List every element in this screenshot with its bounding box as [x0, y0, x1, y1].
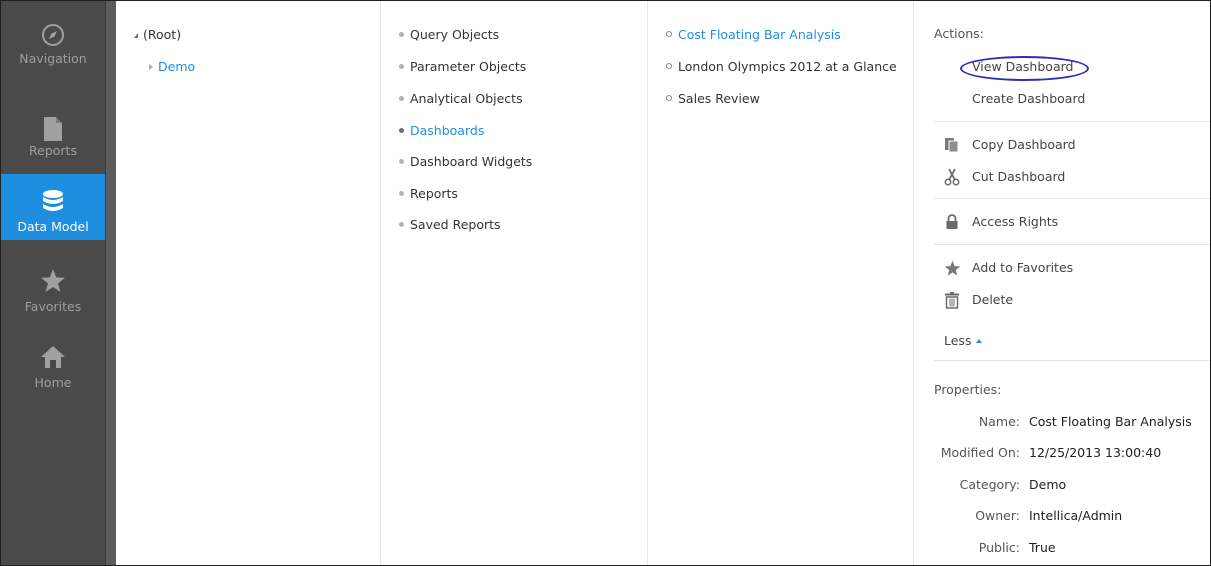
scissors-icon	[942, 167, 962, 187]
home-icon	[1, 343, 105, 371]
bullet-icon	[399, 159, 404, 164]
property-value: Demo	[1029, 477, 1067, 492]
property-value: True	[1029, 540, 1056, 555]
add-to-favorites-button[interactable]: Add to Favorites	[972, 258, 1073, 278]
list-item-london-olympics[interactable]: London Olympics 2012 at a Glance	[666, 57, 897, 77]
sidebar-item-label: Data Model	[17, 219, 89, 234]
database-icon	[1, 188, 105, 216]
list-item-cost-floating-bar[interactable]: Cost Floating Bar Analysis	[666, 25, 841, 45]
list-item-dashboard-widgets[interactable]: Dashboard Widgets	[399, 152, 532, 172]
sidebar-item-favorites[interactable]: Favorites	[1, 257, 105, 323]
list-item-sales-review[interactable]: Sales Review	[666, 89, 760, 109]
copy-dashboard-button[interactable]: Copy Dashboard	[972, 135, 1076, 155]
bullet-icon	[399, 191, 404, 196]
less-toggle[interactable]: Less	[944, 331, 983, 351]
collapsed-arrow-icon	[149, 64, 153, 70]
list-item-dashboards[interactable]: Dashboards	[399, 121, 484, 141]
bullet-icon	[666, 95, 672, 101]
tree-item-demo[interactable]: Demo	[149, 57, 195, 77]
property-label: Modified On:	[940, 445, 1020, 460]
bullet-icon	[666, 63, 672, 69]
actions-panel: Actions: View Dashboard Create Dashboard…	[914, 1, 1210, 565]
object-types-column: Query Objects Parameter Objects Analytic…	[381, 1, 648, 565]
star-icon	[942, 258, 962, 278]
sidebar-item-data-model[interactable]: Data Model	[1, 174, 105, 240]
lock-icon	[942, 212, 962, 232]
property-label: Name:	[978, 414, 1020, 429]
app-window: Navigation Reports Data Model Favorites …	[0, 0, 1211, 566]
copy-icon	[942, 135, 962, 155]
bullet-icon	[399, 128, 404, 133]
tree-item-root[interactable]: (Root)	[134, 25, 181, 45]
bullet-icon	[399, 64, 404, 69]
caret-up-icon	[976, 339, 983, 343]
property-label: Owner:	[975, 508, 1020, 523]
divider	[934, 198, 1210, 199]
list-item-saved-reports[interactable]: Saved Reports	[399, 215, 501, 235]
sidebar-item-label: Favorites	[24, 299, 82, 314]
sidebar-item-label: Home	[34, 375, 72, 390]
list-item-parameter-objects[interactable]: Parameter Objects	[399, 57, 526, 77]
sidebar-item-label: Navigation	[19, 51, 87, 66]
list-item-query-objects[interactable]: Query Objects	[399, 25, 499, 45]
divider	[934, 244, 1210, 245]
cut-dashboard-button[interactable]: Cut Dashboard	[972, 167, 1065, 187]
property-label: Public:	[978, 540, 1020, 555]
sidebar-item-label: Reports	[29, 143, 77, 158]
sidebar: Navigation Reports Data Model Favorites …	[1, 1, 105, 565]
property-value: 12/25/2013 13:00:40	[1029, 445, 1162, 460]
sidebar-splitter[interactable]	[105, 1, 116, 565]
compass-icon	[1, 21, 105, 49]
star-icon	[1, 267, 105, 295]
bullet-icon	[666, 31, 672, 37]
trash-icon	[942, 290, 962, 310]
actions-title: Actions:	[934, 26, 984, 41]
create-dashboard-button[interactable]: Create Dashboard	[972, 89, 1085, 109]
property-value: Cost Floating Bar Analysis	[1029, 414, 1192, 429]
sidebar-item-reports[interactable]: Reports	[1, 105, 105, 171]
divider	[934, 360, 1210, 361]
dashboards-column: Cost Floating Bar Analysis London Olympi…	[648, 1, 914, 565]
document-icon	[1, 115, 105, 143]
expanded-arrow-icon	[134, 33, 138, 38]
view-dashboard-button[interactable]: View Dashboard	[972, 57, 1073, 77]
list-item-reports[interactable]: Reports	[399, 184, 458, 204]
bullet-icon	[399, 222, 404, 227]
list-item-analytical-objects[interactable]: Analytical Objects	[399, 89, 523, 109]
bullet-icon	[399, 96, 404, 101]
sidebar-item-navigation[interactable]: Navigation	[1, 11, 105, 77]
properties-title: Properties:	[934, 382, 1002, 397]
access-rights-button[interactable]: Access Rights	[972, 212, 1058, 232]
bullet-icon	[399, 32, 404, 37]
folder-tree-column: (Root) Demo	[116, 1, 381, 565]
divider	[934, 121, 1210, 122]
delete-button[interactable]: Delete	[972, 290, 1013, 310]
sidebar-item-home[interactable]: Home	[1, 333, 105, 399]
property-value: Intellica/Admin	[1029, 508, 1123, 523]
property-label: Category:	[959, 477, 1020, 492]
